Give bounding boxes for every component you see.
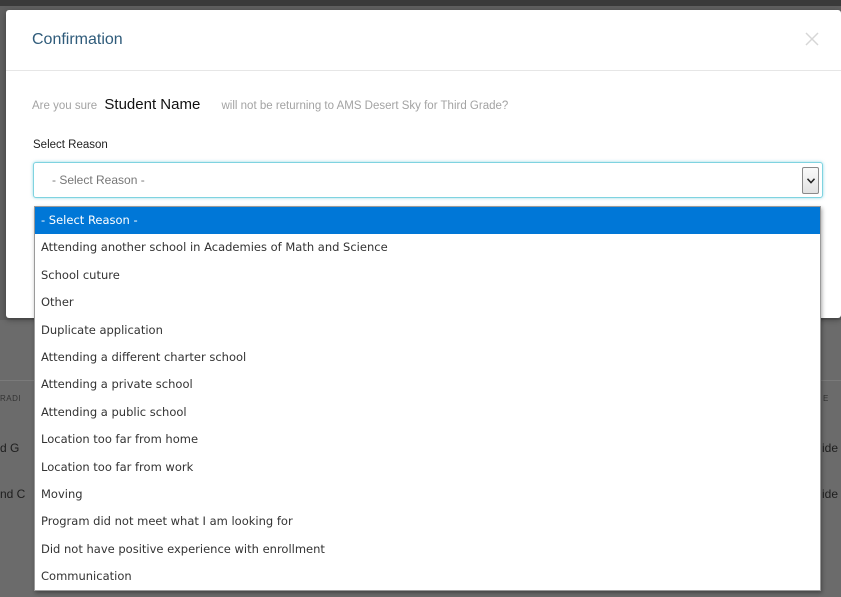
modal-header: Confirmation xyxy=(6,10,841,71)
close-icon xyxy=(805,32,819,46)
reason-option[interactable]: Attending a different charter school xyxy=(35,344,820,371)
reason-option[interactable]: Location too far from work xyxy=(35,454,820,481)
close-button[interactable] xyxy=(801,28,823,50)
reason-option[interactable]: Location too far from home xyxy=(35,426,820,453)
reason-option[interactable]: Attending a public school xyxy=(35,399,820,426)
reason-dropdown-list: - Select Reason - Attending another schoo… xyxy=(34,206,821,591)
reason-select[interactable]: - Select Reason - xyxy=(33,162,823,198)
reason-option[interactable]: Other xyxy=(35,289,820,316)
reason-option[interactable]: Duplicate application xyxy=(35,317,820,344)
question-prefix: Are you sure xyxy=(32,100,98,112)
background-row-2-right: ide xyxy=(822,487,839,501)
confirmation-question: Are you sure Student Name will not be re… xyxy=(32,96,508,113)
background-row-1-left: d G xyxy=(0,441,20,455)
reason-option[interactable]: Program did not meet what I am looking f… xyxy=(35,508,820,535)
background-topbar xyxy=(0,0,841,6)
question-suffix: will not be returning to AMS Desert Sky … xyxy=(221,100,509,112)
background-column-header-left: RADI xyxy=(0,394,22,403)
reason-option[interactable]: School cuture xyxy=(35,262,820,289)
student-name: Student Name xyxy=(104,96,201,113)
reason-option[interactable]: Attending a private school xyxy=(35,371,820,398)
background-row-2-left: nd C xyxy=(0,487,26,501)
reason-option[interactable]: - Select Reason - xyxy=(35,207,820,235)
background-row-1-right: ide xyxy=(822,441,839,455)
chevron-down-icon xyxy=(807,178,815,184)
reason-select-value: - Select Reason - xyxy=(52,173,145,187)
reason-label: Select Reason xyxy=(33,139,108,151)
reason-option[interactable]: Moving xyxy=(35,481,820,508)
background-column-header-right: E xyxy=(823,394,829,403)
reason-option[interactable]: Communication xyxy=(35,563,820,590)
reason-option[interactable]: Did not have positive experience with en… xyxy=(35,536,820,563)
reason-select-toggle[interactable] xyxy=(802,167,819,194)
modal-title: Confirmation xyxy=(32,31,123,48)
reason-option[interactable]: Attending another school in Academies of… xyxy=(35,234,820,261)
